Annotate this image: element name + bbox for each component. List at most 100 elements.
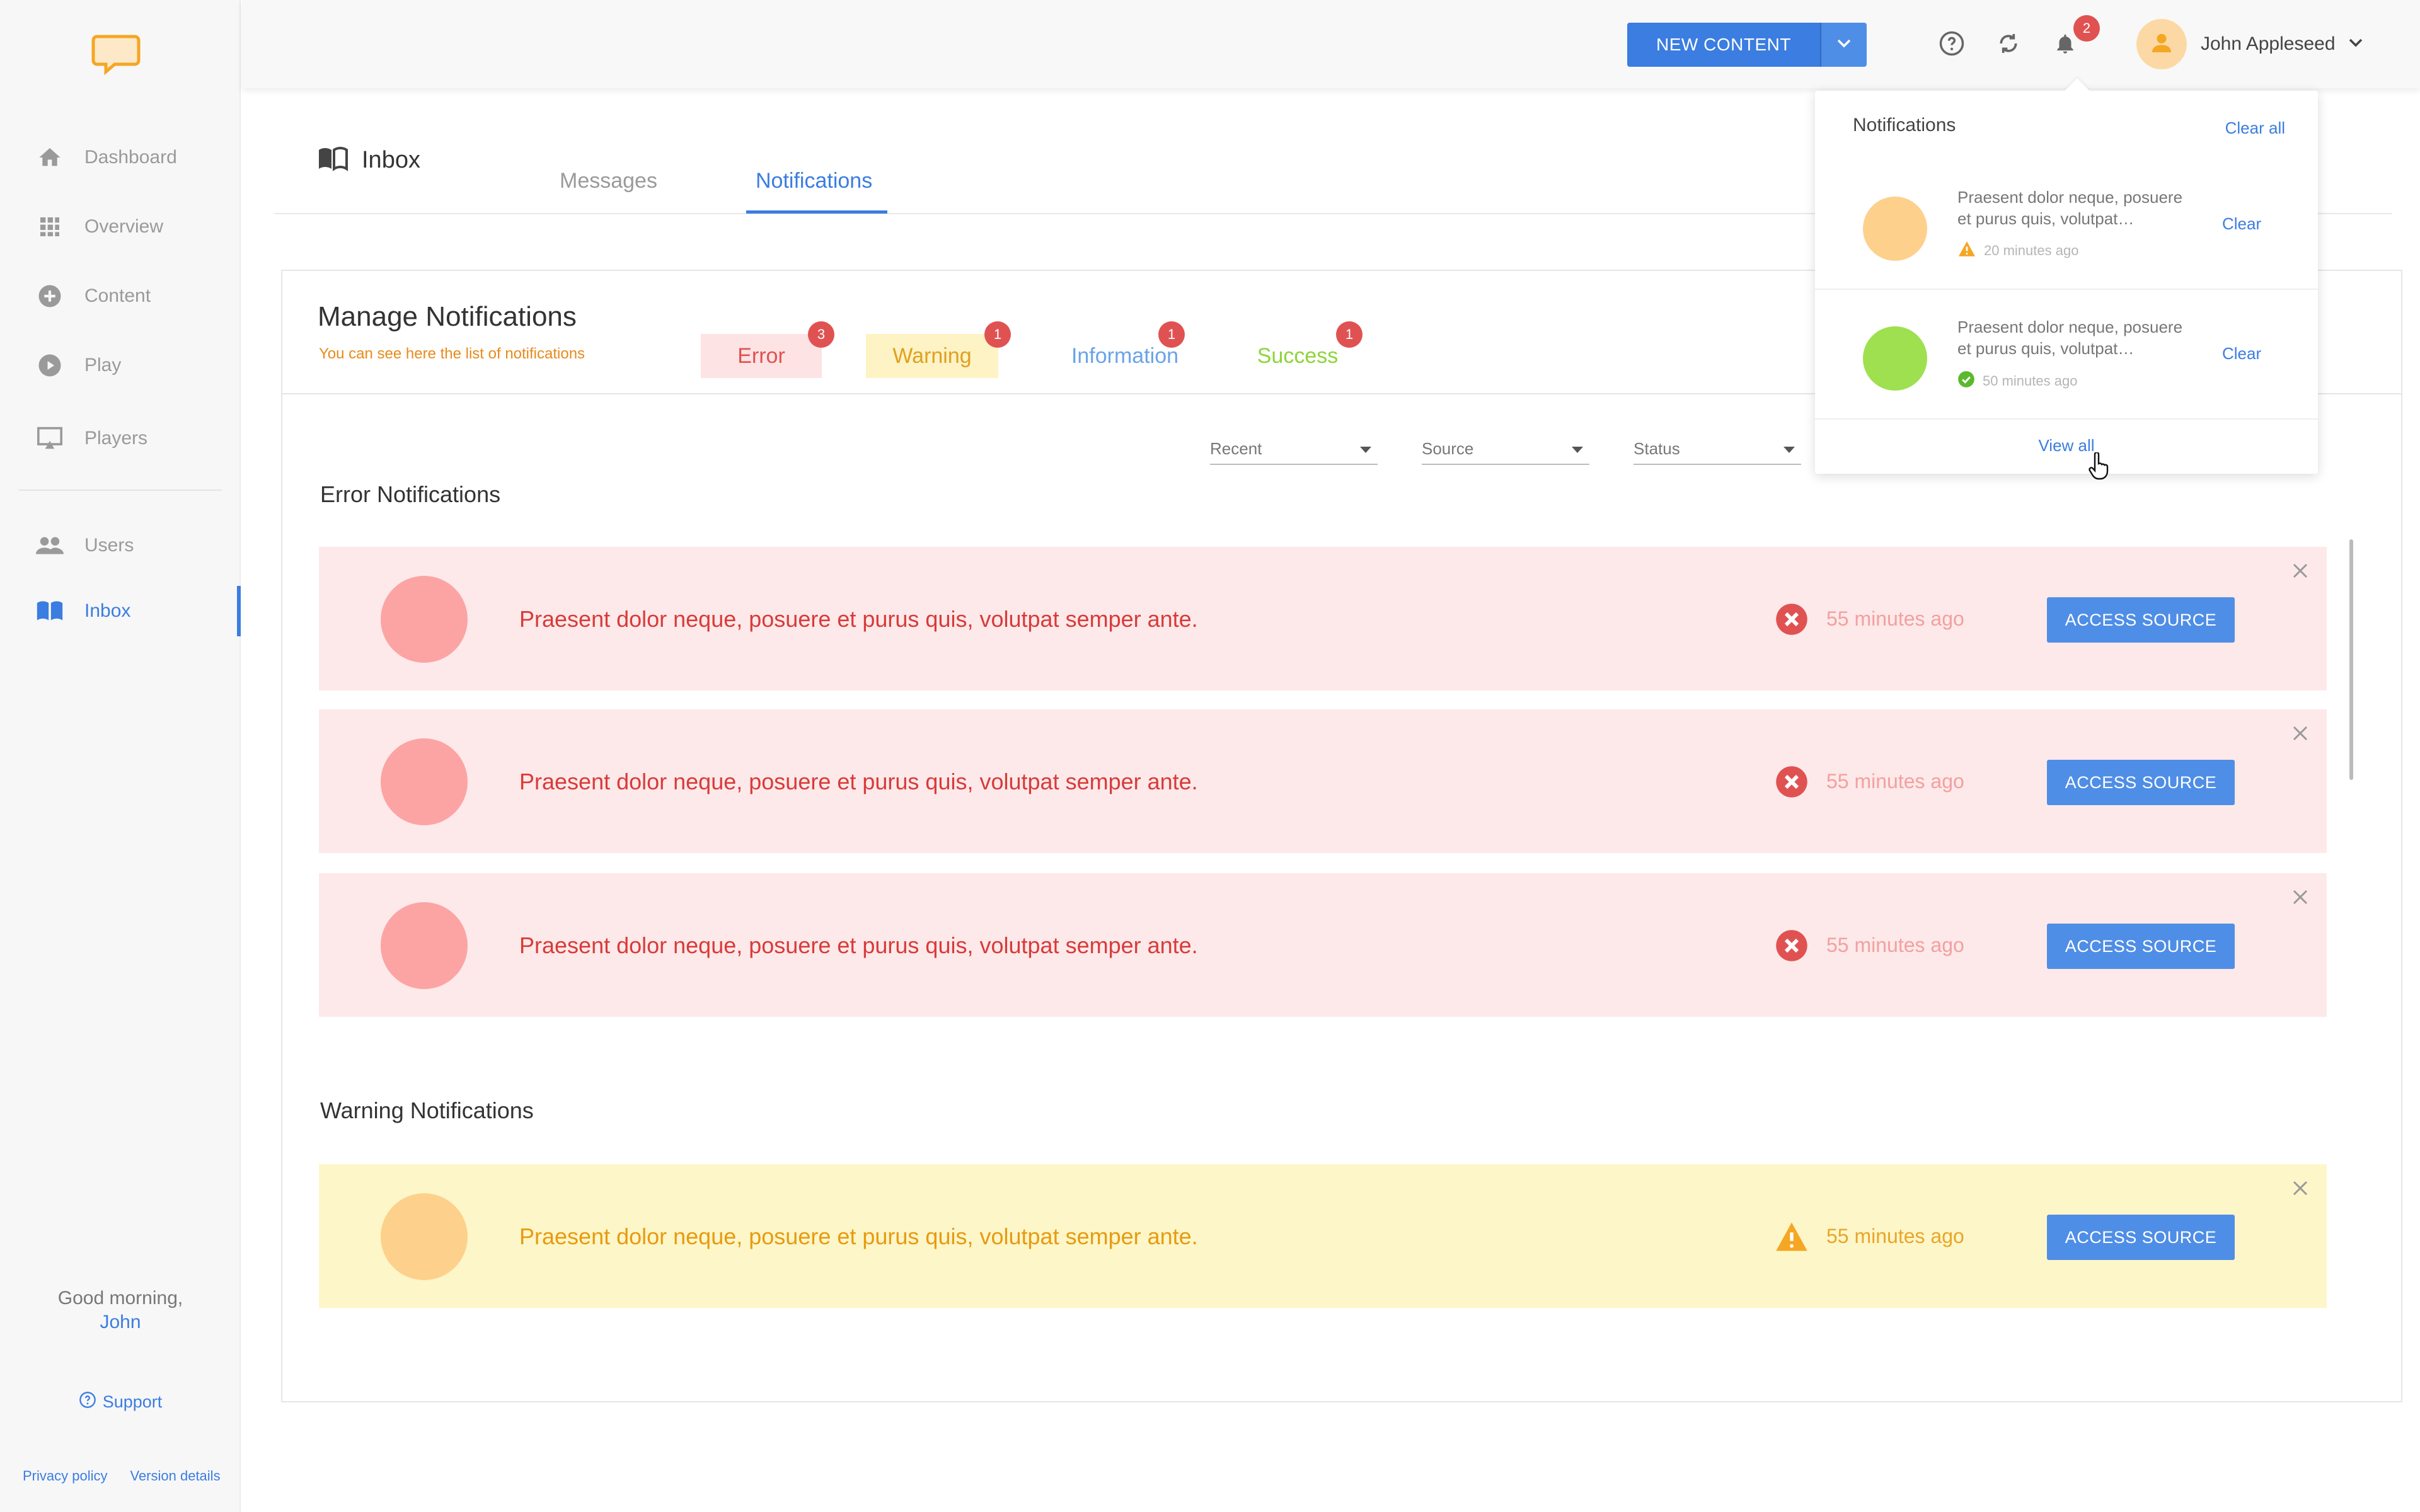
error-count-badge: 3 [808,321,834,348]
scrollbar[interactable] [2349,539,2353,780]
error-notification-row: Praesent dolor neque, posuere et purus q… [319,709,2327,853]
dropdown-notification-item[interactable]: Praesent dolor neque, posuere et purus q… [1815,289,2318,418]
new-content-split-button: NEW CONTENT [1627,23,1867,67]
sync-button[interactable] [1994,30,2023,59]
error-x-circle-icon [1775,929,1809,963]
notification-avatar [381,1193,468,1280]
notification-message: Praesent dolor neque, posuere et purus q… [519,932,1198,958]
source-select[interactable]: Source [1422,433,1589,465]
book-icon [35,597,64,626]
caret-down-icon [1570,439,1584,459]
warning-triangle-icon [1775,1220,1809,1254]
user-menu[interactable]: John Appleseed [2136,19,2363,69]
greeting-name: John [100,1312,141,1332]
notification-time: 55 minutes ago [1826,934,1964,956]
notification-avatar [381,738,468,825]
bell-icon [2053,31,2077,59]
access-source-button[interactable]: ACCESS SOURCE [2047,1215,2235,1260]
sidebar-item-label: Content [84,285,151,306]
manage-notifications-subtitle: You can see here the list of notificatio… [319,345,585,362]
monitor-icon [35,424,64,453]
support-link[interactable]: Support [0,1391,241,1413]
notification-avatar [381,902,468,989]
notification-time: 55 minutes ago [1826,770,1964,793]
version-details-link[interactable]: Version details [130,1468,220,1484]
sidebar-item-overview[interactable]: Overview [0,202,241,252]
notification-time: 55 minutes ago [1826,1225,1964,1247]
chevron-down-icon [1836,38,1852,52]
sidebar-item-play[interactable]: Play [0,340,241,391]
dropdown-notification-meta: 20 minutes ago [1957,241,2078,261]
tab-messages[interactable]: Messages [560,169,657,193]
sidebar-item-players[interactable]: Players [0,413,241,464]
tab-notifications[interactable]: Notifications [756,169,872,193]
error-notification-row: Praesent dolor neque, posuere et purus q… [319,547,2327,690]
dropdown-notification-item[interactable]: Praesent dolor neque, posuere et purus q… [1815,159,2318,289]
sidebar-divider [19,490,222,491]
sidebar-item-label: Inbox [84,600,131,621]
sidebar-item-dashboard[interactable]: Dashboard [0,132,241,183]
warning-section-title: Warning Notifications [320,1097,534,1123]
notification-avatar [1863,197,1927,261]
close-icon[interactable] [2289,1177,2312,1200]
sidebar-item-inbox[interactable]: Inbox [0,586,241,636]
close-icon[interactable] [2289,559,2312,582]
notification-avatar [1863,326,1927,391]
caret-down-icon [1782,439,1796,459]
close-icon[interactable] [2289,886,2312,908]
recent-select-value: Recent [1210,438,1262,458]
status-select-value: Status [1634,438,1680,458]
user-name: John Appleseed [2201,33,2336,54]
page-title-text: Inbox [362,147,420,173]
help-circle-icon [79,1391,96,1413]
view-all-link[interactable]: View all [1815,436,2318,455]
access-source-button[interactable]: ACCESS SOURCE [2047,760,2235,805]
close-icon[interactable] [2289,722,2312,745]
access-source-button[interactable]: ACCESS SOURCE [2047,924,2235,969]
chevron-down-icon [2348,38,2363,51]
filter-warning-tab[interactable]: Warning [866,334,998,378]
clear-notification-button[interactable]: Clear [2222,344,2261,364]
access-source-button[interactable]: ACCESS SOURCE [2047,597,2235,643]
grid-icon [35,212,64,241]
filter-error-tab[interactable]: Error [701,334,822,378]
sidebar-item-label: Overview [84,216,164,237]
warning-count-badge: 1 [984,321,1011,348]
warning-notification-row: Praesent dolor neque, posuere et purus q… [319,1164,2327,1308]
book-icon [318,146,348,175]
warning-triangle-icon [1957,241,1976,261]
user-icon [2149,30,2174,59]
avatar [2136,19,2187,69]
notification-time: 55 minutes ago [1826,607,1964,630]
sidebar-item-users[interactable]: Users [0,520,241,571]
recent-select[interactable]: Recent [1210,433,1378,465]
footer-links: Privacy policy Version details [23,1468,221,1484]
dropdown-notification-time: 20 minutes ago [1984,243,2079,258]
users-icon [35,531,64,560]
status-select[interactable]: Status [1634,433,1801,465]
notification-message: Praesent dolor neque, posuere et purus q… [519,769,1198,794]
dropdown-notification-text: Praesent dolor neque, posuere et purus q… [1957,318,2183,358]
page-title: Inbox [318,146,420,175]
clear-notification-button[interactable]: Clear [2222,214,2261,234]
sidebar: Dashboard Overview Content Play Players … [0,0,241,1512]
error-notification-row: Praesent dolor neque, posuere et purus q… [319,873,2327,1017]
new-content-dropdown-button[interactable] [1820,23,1867,67]
play-circle-icon [35,351,64,380]
support-label: Support [102,1392,163,1411]
active-tab-indicator [746,210,887,214]
greeting-text: Good morning, [57,1288,183,1309]
hand-cursor-icon [2089,451,2110,483]
dropdown-title: Notifications [1853,115,1956,135]
app-logo-icon[interactable] [91,34,141,76]
sidebar-item-content[interactable]: Content [0,271,241,321]
error-section-title: Error Notifications [320,481,501,507]
new-content-button[interactable]: NEW CONTENT [1627,23,1820,67]
dropdown-divider [1815,418,2318,420]
source-select-value: Source [1422,438,1474,458]
clear-all-button[interactable]: Clear all [2225,118,2285,138]
help-button[interactable] [1937,30,1966,59]
caret-down-icon [1359,439,1373,459]
privacy-policy-link[interactable]: Privacy policy [23,1468,107,1484]
sidebar-item-label: Dashboard [84,147,177,168]
